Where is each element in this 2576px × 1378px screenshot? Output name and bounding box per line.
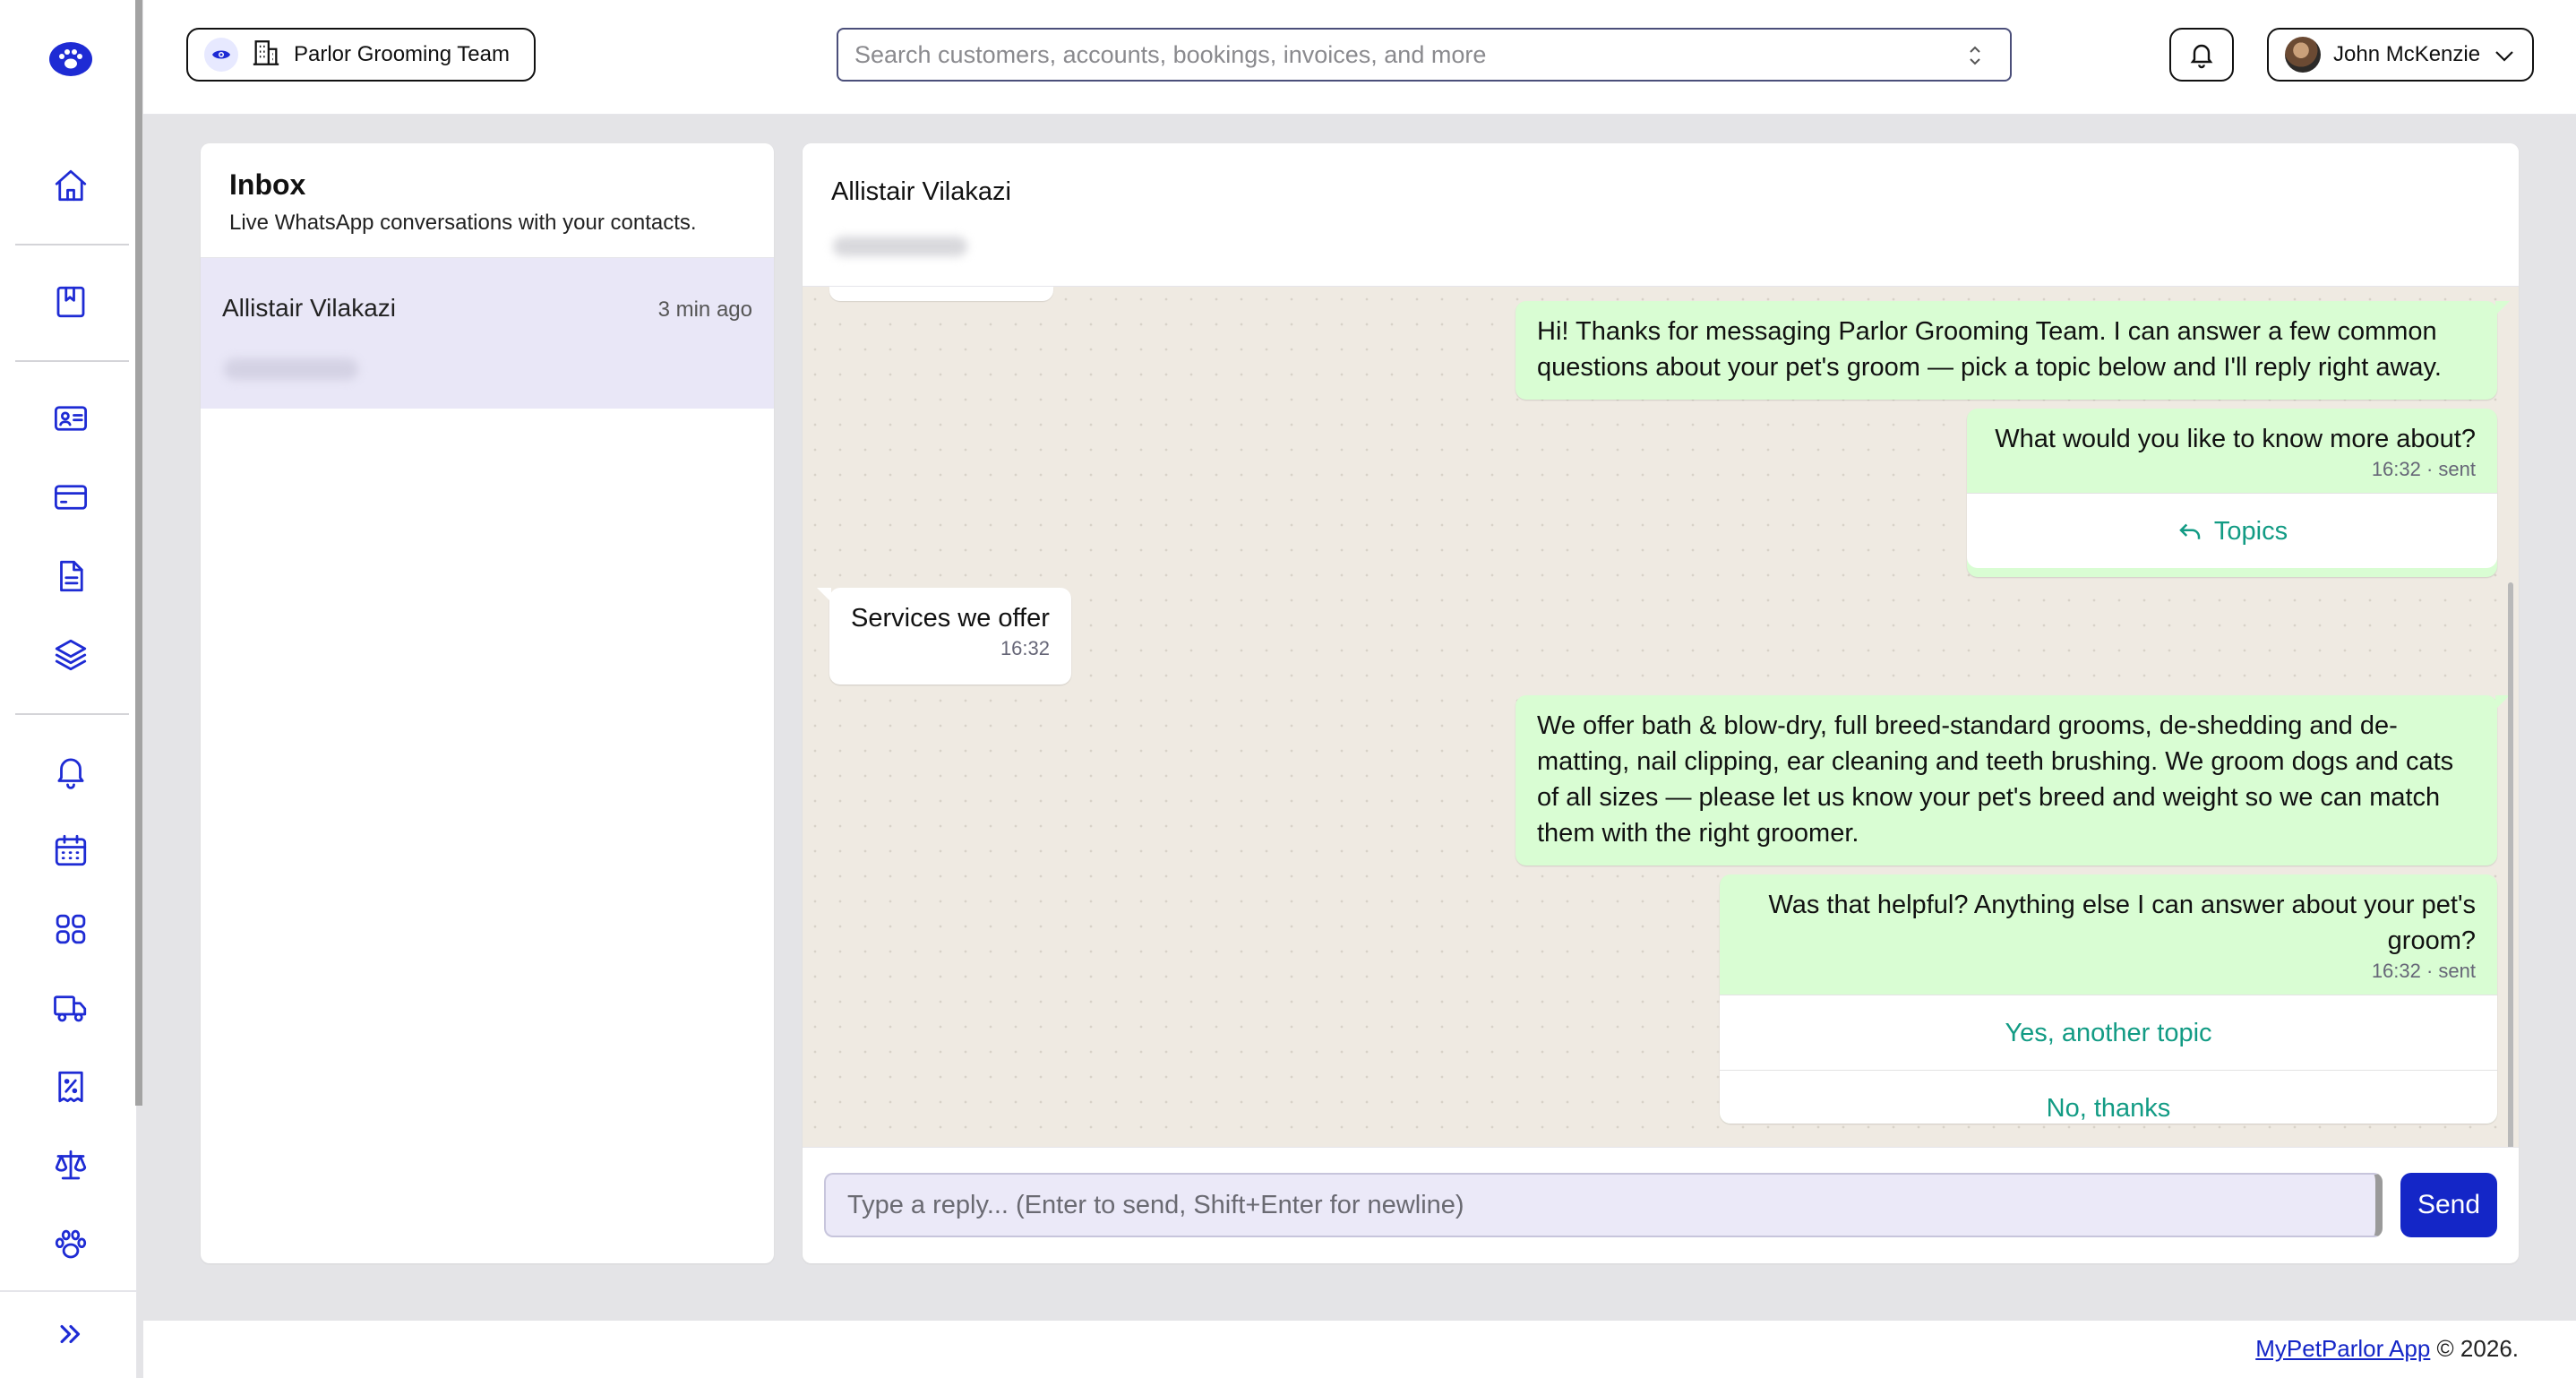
top-bar: Parlor Grooming Team John McKenzie [143, 0, 2576, 115]
bell-icon [2190, 44, 2213, 69]
sidebar-scrollbar[interactable] [135, 0, 142, 1106]
paw-icon[interactable] [50, 1224, 91, 1265]
user-name: John McKenzie [2333, 42, 2481, 66]
receipt-percent-icon[interactable] [50, 1066, 91, 1107]
chat-header: Allistair Vilakazi [803, 143, 2519, 287]
apps-grid-icon[interactable] [50, 909, 91, 950]
bell-icon[interactable] [50, 751, 91, 792]
message-bubble-outgoing: What would you like to know more about? … [1967, 409, 2497, 577]
double-chevron-right-icon[interactable] [50, 1313, 91, 1355]
composer: Send [803, 1147, 2519, 1263]
inbox-subtitle: Live WhatsApp conversations with your co… [229, 211, 697, 235]
message-bubble-outgoing: Was that helpful? Anything else I can an… [1720, 874, 2497, 1124]
building-icon [251, 38, 281, 73]
avatar [2285, 37, 2321, 73]
quick-reply-yes-button[interactable]: Yes, another topic [1720, 995, 2497, 1070]
message-bubble-incoming: Services we offer 16:32 [829, 588, 1071, 685]
message-text: We offer bath & blow-dry, full breed-sta… [1537, 711, 2454, 848]
conversation-item[interactable]: Allistair Vilakazi 3 min ago [201, 258, 774, 409]
app-link[interactable]: MyPetParlor App [2255, 1335, 2430, 1362]
chevron-down-icon [2495, 51, 2513, 62]
bookmark-book-icon[interactable] [50, 281, 91, 323]
sidebar-divider [15, 244, 129, 245]
blurred-phone-number [224, 358, 358, 380]
message-bubble-partial [829, 287, 1053, 301]
updown-chevron-icon [1970, 46, 1980, 65]
footer: MyPetParlor App © 2026. [143, 1321, 2576, 1378]
contact-card-icon[interactable] [50, 398, 91, 439]
bubble-tail [2495, 301, 2510, 315]
message-meta: 16:32 · sent [2371, 458, 2476, 480]
eye-icon [204, 38, 238, 72]
home-icon[interactable] [50, 165, 91, 206]
message-text: Hi! Thanks for messaging Parlor Grooming… [1537, 317, 2442, 382]
inbox-header: Inbox Live WhatsApp conversations with y… [201, 143, 774, 258]
message-bubble-outgoing: Hi! Thanks for messaging Parlor Grooming… [1516, 301, 2497, 400]
message-text: Services we offer [851, 604, 1050, 633]
search-input[interactable] [854, 40, 1929, 69]
blurred-phone-number [833, 237, 967, 256]
team-name: Parlor Grooming Team [294, 42, 510, 66]
message-bubble-outgoing: We offer bath & blow-dry, full breed-sta… [1516, 695, 2497, 866]
inbox-panel: Inbox Live WhatsApp conversations with y… [201, 143, 774, 1263]
footer-text: MyPetParlor App © 2026. [2255, 1335, 2519, 1363]
quick-reply-topics-button[interactable]: Topics [1967, 493, 2497, 568]
sidebar-divider [15, 713, 129, 715]
message-text: What would you like to know more about? [1995, 425, 2476, 453]
conversation-time: 3 min ago [657, 297, 752, 322]
calendar-icon[interactable] [50, 830, 91, 871]
button-label: Topics [2213, 517, 2288, 546]
chat-panel: Hi! Thanks for messaging Parlor Grooming… [803, 143, 2519, 1263]
user-menu-button[interactable]: John McKenzie [2267, 28, 2534, 82]
copyright-text: © 2026. [2430, 1335, 2519, 1362]
paw-logo-icon[interactable] [48, 39, 93, 77]
reply-input[interactable] [824, 1173, 2383, 1237]
scale-icon[interactable] [50, 1145, 91, 1186]
quick-reply-no-button[interactable]: No, thanks [1720, 1070, 2497, 1124]
message-meta: 16:32 [1000, 637, 1050, 659]
layers-icon[interactable] [50, 634, 91, 676]
global-search[interactable] [837, 28, 2012, 82]
sidebar-divider [15, 360, 129, 362]
reply-arrow-icon [2179, 523, 2201, 539]
credit-card-icon[interactable] [50, 477, 91, 518]
inbox-title: Inbox [229, 168, 306, 201]
sidebar [0, 0, 137, 1378]
team-switcher-button[interactable]: Parlor Grooming Team [186, 28, 536, 82]
send-button[interactable]: Send [2400, 1173, 2497, 1237]
message-text: Was that helpful? Anything else I can an… [1768, 891, 2476, 955]
notifications-button[interactable] [2169, 28, 2234, 82]
message-meta: 16:32 · sent [2371, 960, 2476, 982]
bubble-tail [817, 588, 831, 602]
truck-icon[interactable] [50, 987, 91, 1029]
message-list: Hi! Thanks for messaging Parlor Grooming… [803, 287, 2519, 1263]
document-icon[interactable] [50, 556, 91, 597]
conversation-name: Allistair Vilakazi [222, 294, 396, 322]
chat-contact-name: Allistair Vilakazi [831, 177, 1011, 206]
